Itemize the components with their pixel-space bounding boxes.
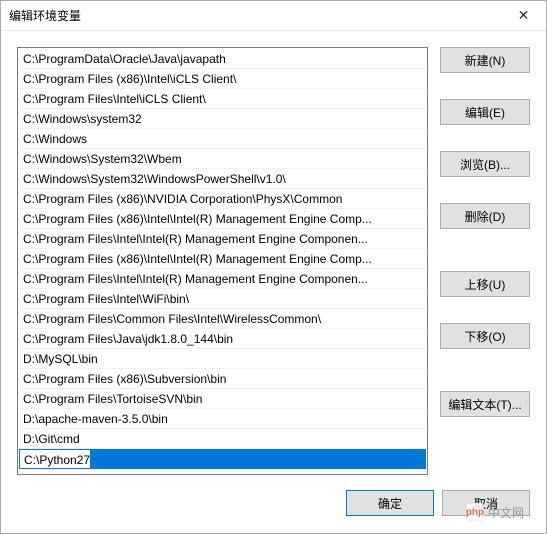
browse-button[interactable]: 浏览(B)... bbox=[440, 151, 530, 177]
list-item[interactable]: C:\Program Files\Intel\Intel(R) Manageme… bbox=[19, 269, 426, 289]
list-item[interactable]: C:\Windows\System32\Wbem bbox=[19, 149, 426, 169]
edittext-button[interactable]: 编辑文本(T)... bbox=[440, 391, 530, 417]
list-container: C:\ProgramData\Oracle\Java\javapath C:\P… bbox=[17, 47, 428, 475]
list-item[interactable]: C:\Program Files\Java\jdk1.8.0_144\bin bbox=[19, 329, 426, 349]
list-item[interactable]: C:\Windows bbox=[19, 129, 426, 149]
list-item[interactable]: D:\apache-maven-3.5.0\bin bbox=[19, 409, 426, 429]
cancel-button[interactable]: 取消 bbox=[442, 490, 530, 516]
moveup-button[interactable]: 上移(U) bbox=[440, 271, 530, 297]
list-item[interactable]: C:\Program Files\Intel\iCLS Client\ bbox=[19, 89, 426, 109]
list-item[interactable]: C:\Program Files\Intel\WiFi\bin\ bbox=[19, 289, 426, 309]
edit-input-selection[interactable] bbox=[90, 449, 426, 469]
list-item[interactable]: C:\Program Files (x86)\Intel\Intel(R) Ma… bbox=[19, 249, 426, 269]
edit-input-text[interactable]: C:\Python27 bbox=[19, 449, 90, 469]
list-item[interactable]: C:\Program Files (x86)\Intel\Intel(R) Ma… bbox=[19, 209, 426, 229]
list-item[interactable]: C:\Program Files\Intel\Intel(R) Manageme… bbox=[19, 229, 426, 249]
list-item[interactable]: C:\Program Files\TortoiseSVN\bin bbox=[19, 389, 426, 409]
close-icon: ✕ bbox=[518, 7, 530, 24]
close-button[interactable]: ✕ bbox=[501, 1, 546, 31]
list-item[interactable]: C:\Windows\System32\WindowsPowerShell\v1… bbox=[19, 169, 426, 189]
list-item[interactable]: C:\ProgramData\Oracle\Java\javapath bbox=[19, 49, 426, 69]
delete-button[interactable]: 删除(D) bbox=[440, 203, 530, 229]
path-listbox[interactable]: C:\ProgramData\Oracle\Java\javapath C:\P… bbox=[17, 47, 428, 475]
content-area: C:\ProgramData\Oracle\Java\javapath C:\P… bbox=[1, 31, 546, 483]
button-column: 新建(N) 编辑(E) 浏览(B)... 删除(D) 上移(U) 下移(O) 编… bbox=[440, 47, 530, 475]
ok-button[interactable]: 确定 bbox=[346, 490, 434, 516]
list-item[interactable]: C:\Program Files (x86)\Intel\iCLS Client… bbox=[19, 69, 426, 89]
titlebar: 编辑环境变量 ✕ bbox=[1, 1, 546, 31]
window-title: 编辑环境变量 bbox=[9, 7, 81, 24]
new-button[interactable]: 新建(N) bbox=[440, 47, 530, 73]
list-item[interactable]: C:\Program Files (x86)\Subversion\bin bbox=[19, 369, 426, 389]
list-item[interactable]: D:\Git\cmd bbox=[19, 429, 426, 449]
list-item[interactable]: C:\Program Files (x86)\NVIDIA Corporatio… bbox=[19, 189, 426, 209]
list-item-editing[interactable]: C:\Python27 bbox=[19, 449, 426, 469]
list-item[interactable]: D:\MySQL\bin bbox=[19, 349, 426, 369]
list-item[interactable]: C:\Windows\system32 bbox=[19, 109, 426, 129]
dialog-window: 编辑环境变量 ✕ C:\ProgramData\Oracle\Java\java… bbox=[0, 0, 547, 534]
footer: 确定 取消 php 中文网 bbox=[1, 483, 546, 533]
movedown-button[interactable]: 下移(O) bbox=[440, 323, 530, 349]
edit-button[interactable]: 编辑(E) bbox=[440, 99, 530, 125]
list-item[interactable]: C:\Program Files\Common Files\Intel\Wire… bbox=[19, 309, 426, 329]
